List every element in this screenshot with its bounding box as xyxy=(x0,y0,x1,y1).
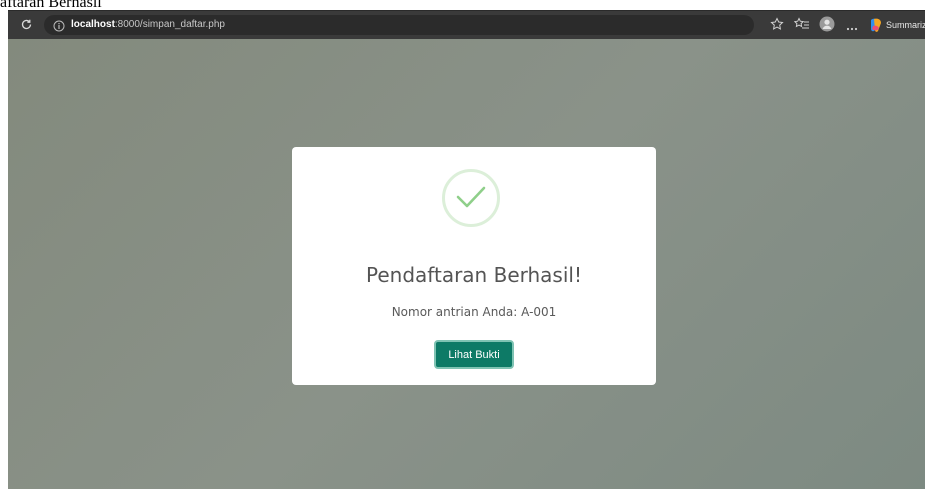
modal-title: Pendaftaran Berhasil! xyxy=(366,263,582,287)
favorite-star-icon[interactable] xyxy=(770,17,784,36)
summarize-label: Summariz xyxy=(886,20,925,30)
url-host: localhost xyxy=(71,19,115,30)
page-title-fragment: aftaran Berhasil xyxy=(0,0,102,10)
page-content: Pendaftaran Berhasil! Nomor antrian Anda… xyxy=(8,39,925,489)
copilot-icon xyxy=(868,17,884,38)
modal-message: Nomor antrian Anda: A-001 xyxy=(391,305,557,319)
profile-icon[interactable] xyxy=(819,16,835,37)
refresh-icon[interactable] xyxy=(20,18,33,31)
favorites-list-icon[interactable] xyxy=(793,17,810,36)
browser-toolbar: localhost:8000/simpan_daftar.php Summari… xyxy=(8,10,925,39)
summarize-button[interactable]: Summariz xyxy=(866,16,925,34)
success-circle xyxy=(442,169,500,227)
info-icon[interactable] xyxy=(53,19,65,32)
url-path: :8000/simpan_daftar.php xyxy=(114,19,225,30)
check-icon xyxy=(456,186,486,208)
address-bar[interactable]: localhost:8000/simpan_daftar.php xyxy=(44,15,754,35)
url-text[interactable]: localhost:8000/simpan_daftar.php xyxy=(71,18,225,32)
lihat-bukti-button[interactable]: Lihat Bukti xyxy=(434,340,514,369)
success-modal: Pendaftaran Berhasil! Nomor antrian Anda… xyxy=(292,147,656,385)
more-icon[interactable] xyxy=(846,19,858,37)
